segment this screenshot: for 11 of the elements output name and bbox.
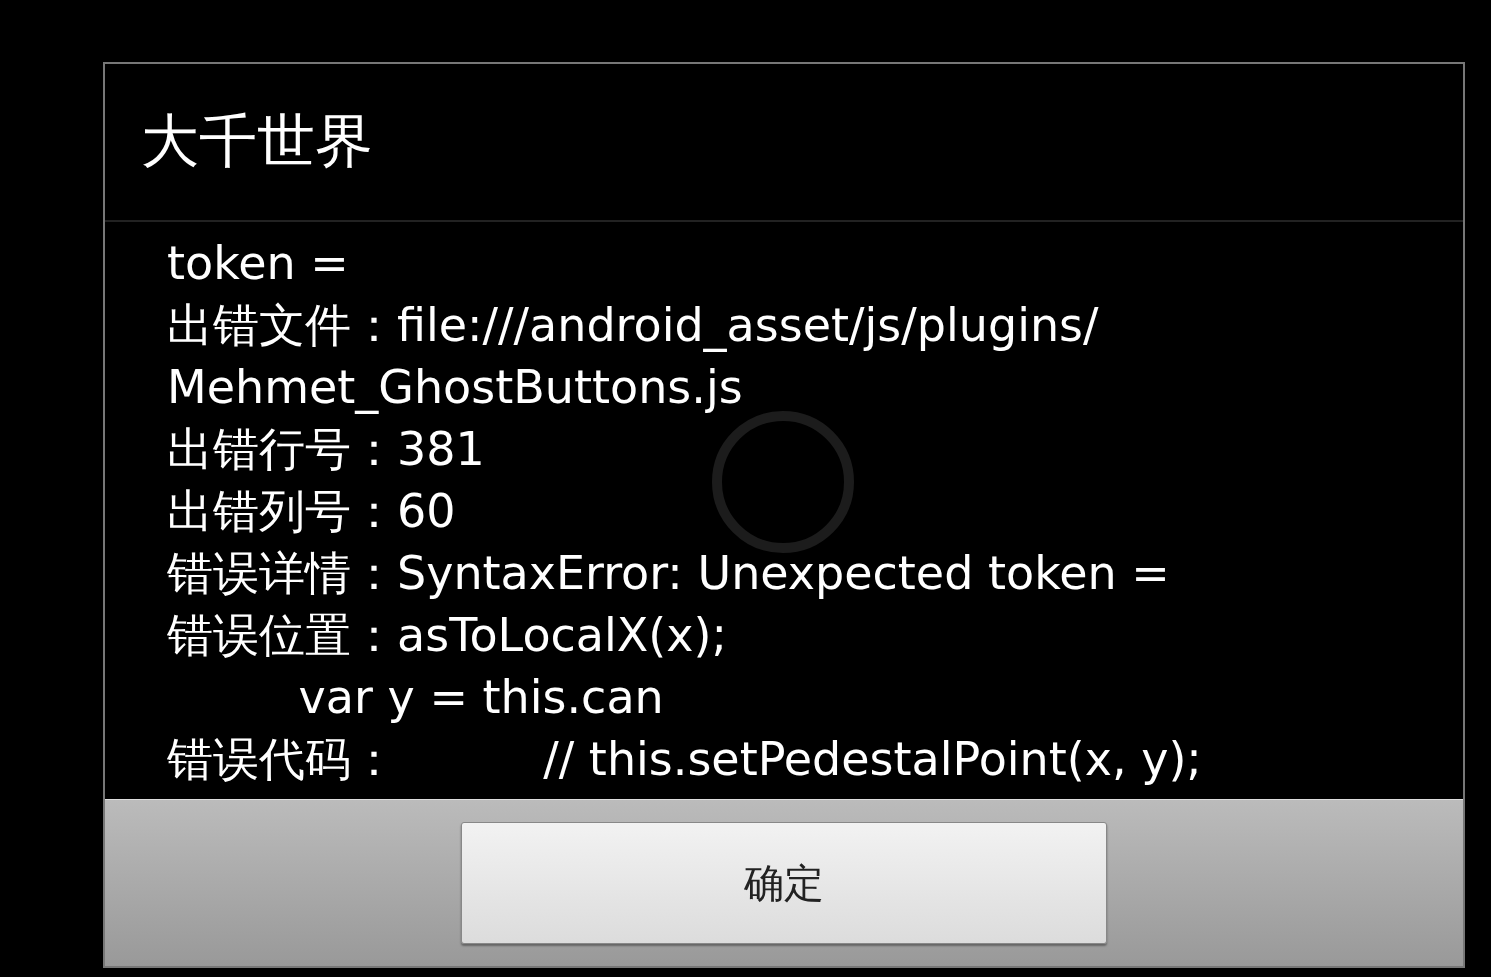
ok-button[interactable]: 确定 [461, 822, 1107, 944]
error-text: token = [167, 234, 350, 292]
error-text: Mehmet_GhostButtons.js [167, 358, 744, 416]
error-text: 错误位置：asToLocalX(x); [167, 606, 728, 664]
error-text: 出错文件：file:///android_asset/js/plugins/ [167, 296, 1100, 354]
error-text: var y = this.can [297, 668, 665, 726]
dialog-title: 大千世界 [141, 106, 373, 177]
error-text: 错误详情：SyntaxError: Unexpected token = [167, 544, 1171, 602]
error-text: 错误代码： // this.setPedestalPoint(x, y); [167, 730, 1203, 788]
error-text: 出错列号：60 [167, 482, 457, 540]
error-text: 出错行号：381 [167, 420, 486, 478]
